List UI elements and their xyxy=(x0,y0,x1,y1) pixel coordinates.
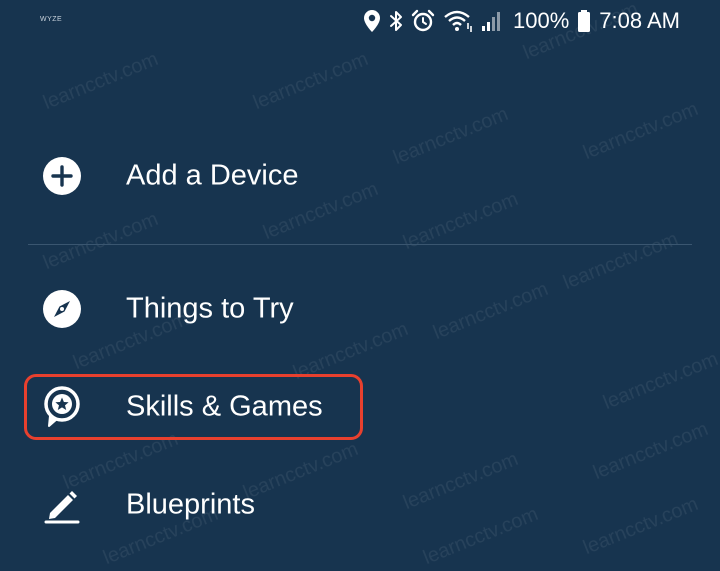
watermark-text: learncctv.com xyxy=(250,48,372,115)
carrier-label: WYZE xyxy=(40,16,63,23)
menu-item-add-device[interactable]: Add a Device xyxy=(0,144,720,208)
watermark-text: learncctv.com xyxy=(40,48,162,115)
location-icon xyxy=(364,10,380,32)
pencil-icon xyxy=(42,485,82,525)
bluetooth-icon xyxy=(390,11,402,31)
menu-item-label: Things to Try xyxy=(126,292,294,325)
highlight-annotation xyxy=(24,374,363,440)
menu-item-blueprints[interactable]: Blueprints xyxy=(0,473,720,537)
menu-item-things-to-try[interactable]: Things to Try xyxy=(0,277,720,341)
alarm-icon xyxy=(411,9,435,32)
status-icons: 100% 7:08 AM xyxy=(363,6,680,36)
status-bar: WYZE 100% 7:08 AM xyxy=(0,0,720,44)
menu-item-label: Blueprints xyxy=(126,488,255,521)
compass-icon xyxy=(42,289,82,329)
wifi-icon xyxy=(444,10,472,32)
menu-item-label: Add a Device xyxy=(126,159,299,192)
menu-divider xyxy=(28,244,692,245)
plus-circle-icon xyxy=(42,156,82,196)
battery-icon xyxy=(578,10,591,32)
battery-percent: 100% xyxy=(513,8,570,33)
watermark-text: learncctv.com xyxy=(40,208,162,275)
status-time: 7:08 AM xyxy=(599,8,680,33)
signal-icon xyxy=(482,12,500,31)
